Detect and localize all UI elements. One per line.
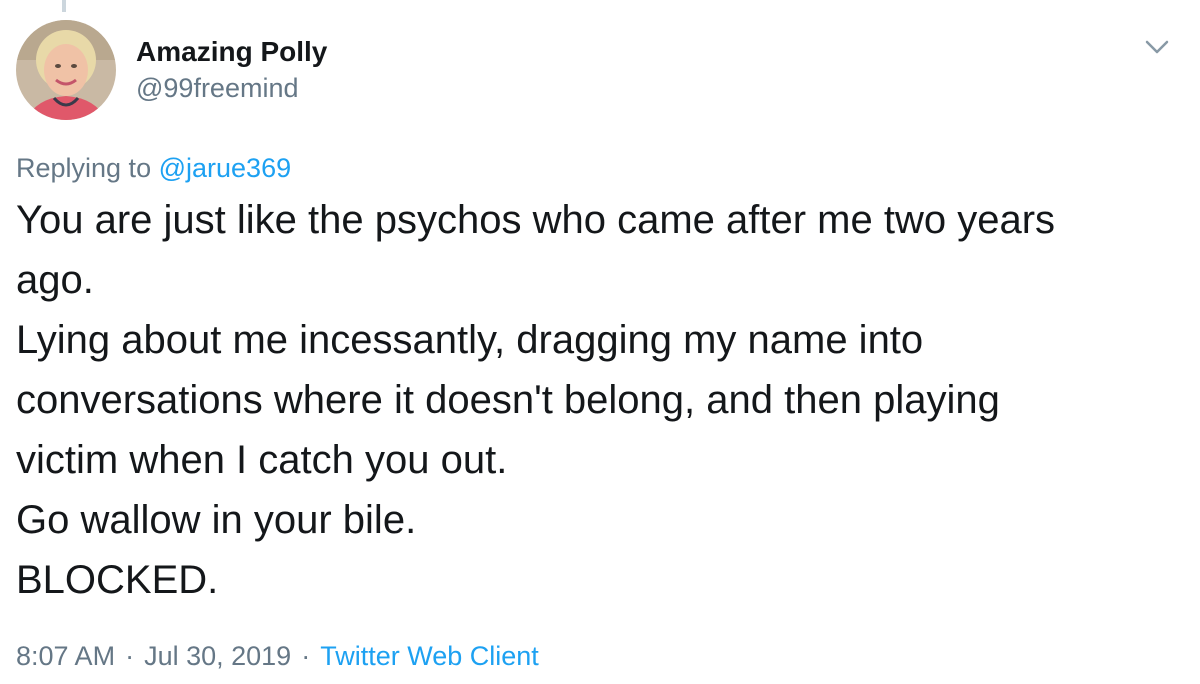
tweet-date[interactable]: Jul 30, 2019 <box>144 641 291 671</box>
tweet-text-line: BLOCKED. <box>16 558 219 602</box>
reply-handle-link[interactable]: @jarue369 <box>159 153 292 183</box>
avatar[interactable] <box>16 20 116 120</box>
tweet-text-line: ago. <box>16 258 94 302</box>
tweet-text-line: Lying about me incessantly, dragging my … <box>16 318 924 362</box>
chevron-down-icon[interactable] <box>1143 36 1171 58</box>
author-display-name[interactable]: Amazing Polly <box>136 34 327 70</box>
tweet-text-line: conversations where it doesn't belong, a… <box>16 378 1000 422</box>
tweet-text: You are just like the psychos who came a… <box>16 190 1176 610</box>
tweet-metadata: 8:07 AM · Jul 30, 2019 · Twitter Web Client <box>16 638 539 674</box>
thread-connector-line <box>62 0 66 12</box>
tweet-author[interactable]: Amazing Polly @99freemind <box>136 34 327 106</box>
meta-separator: · <box>301 641 311 671</box>
profile-photo <box>16 20 116 120</box>
tweet-text-line: victim when I catch you out. <box>16 438 508 482</box>
author-handle[interactable]: @99freemind <box>136 70 327 106</box>
tweet-time[interactable]: 8:07 AM <box>16 641 115 671</box>
tweet-text-line: Go wallow in your bile. <box>16 498 417 542</box>
replying-to: Replying to @jarue369 <box>16 150 291 186</box>
tweet-text-line: You are just like the psychos who came a… <box>16 198 1056 242</box>
replying-to-label: Replying to <box>16 153 152 183</box>
meta-separator: · <box>125 641 135 671</box>
tweet-client-link[interactable]: Twitter Web Client <box>320 641 539 671</box>
